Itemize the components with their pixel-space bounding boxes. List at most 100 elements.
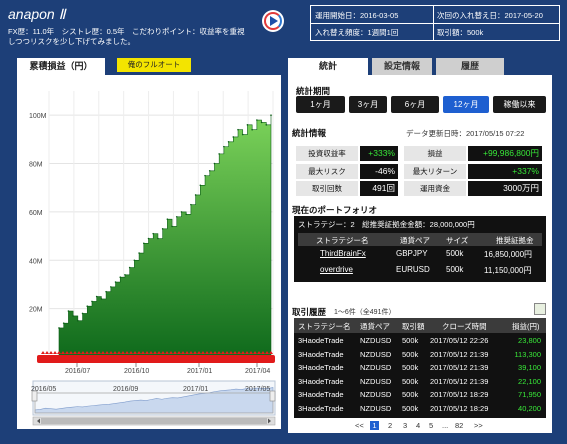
data-updated: データ更新日時：2017/05/15 07:22 bbox=[406, 129, 525, 138]
pl-cell: 40,200 bbox=[518, 404, 541, 413]
data-point bbox=[208, 170, 211, 172]
data-point bbox=[133, 259, 136, 262]
data-point bbox=[110, 286, 112, 288]
stat-label-max-risk: 最大リスク bbox=[296, 164, 358, 179]
margin-cell: 16,850,000円 bbox=[484, 250, 533, 259]
col-pair: 通貨ペア bbox=[360, 322, 390, 331]
x-tick-label: 2016/07 bbox=[65, 368, 90, 375]
data-point bbox=[119, 276, 122, 278]
data-point bbox=[58, 327, 60, 329]
amount-cell: 500k bbox=[402, 376, 419, 386]
data-point bbox=[175, 215, 178, 218]
play-icon[interactable] bbox=[262, 10, 284, 32]
pager-page-4[interactable]: 4 bbox=[416, 421, 420, 430]
pair-cell: NZDUSD bbox=[360, 363, 392, 373]
table-row: 3HaodeTrade NZDUSD 500k 2017/05/12 21:39 113… bbox=[294, 349, 545, 362]
col-close-time: クローズ時間 bbox=[442, 322, 487, 331]
tab-stats[interactable]: 統計 bbox=[288, 58, 368, 75]
data-point bbox=[199, 184, 202, 187]
scrollbar-thumb bbox=[41, 418, 267, 424]
period-3m-button[interactable]: 3ヶ月 bbox=[349, 96, 387, 113]
pager-page-1[interactable]: 1 bbox=[370, 421, 379, 430]
strategy-link[interactable]: overdrive bbox=[320, 265, 353, 274]
data-point bbox=[81, 312, 84, 315]
pl-cell: 23,800 bbox=[518, 336, 541, 345]
stat-label-trades: 取引回数 bbox=[296, 181, 358, 196]
data-point bbox=[218, 153, 220, 155]
pager-page-5[interactable]: 5 bbox=[429, 421, 433, 430]
amount-cell: 500k bbox=[402, 336, 419, 345]
y-tick-label: 40M bbox=[29, 258, 43, 265]
stats-title: 統計情報 bbox=[292, 128, 327, 138]
full-auto-button[interactable]: 俺のフルオート bbox=[117, 58, 191, 72]
close-time-cell: 2017/05/12 21:39 bbox=[430, 376, 489, 386]
data-point bbox=[185, 213, 187, 216]
pl-cell: 22,100 bbox=[518, 376, 541, 386]
col-pair: 通貨ペア bbox=[400, 236, 430, 245]
replacement-frequency: 入れ替え頻度：1週間1回 bbox=[315, 28, 399, 37]
pair-cell: NZDUSD bbox=[360, 376, 392, 386]
data-point bbox=[204, 174, 206, 177]
trade-marker-band bbox=[37, 355, 275, 363]
stat-label-pl: 損益 bbox=[404, 146, 466, 161]
pl-cell: 113,300 bbox=[514, 349, 541, 359]
tab-settings[interactable]: 設定情報 bbox=[372, 58, 432, 75]
table-row: 3HaodeTrade NZDUSD 500k 2017/05/12 21:39 39,… bbox=[294, 362, 545, 375]
pair-cell: NZDUSD bbox=[360, 349, 392, 359]
data-point bbox=[72, 315, 74, 317]
stat-value-max-risk: -46% bbox=[360, 164, 398, 179]
data-point bbox=[100, 298, 103, 300]
y-tick-label: 60M bbox=[29, 210, 43, 217]
table-row: overdrive EURUSD 500k 11,150,000円 bbox=[298, 265, 542, 278]
amount-cell: 500k bbox=[402, 363, 419, 373]
pager-page-2[interactable]: 2 bbox=[388, 421, 392, 430]
period-6m-button[interactable]: 6ヶ月 bbox=[391, 96, 439, 113]
pager-prev[interactable]: << bbox=[355, 421, 364, 430]
portfolio-summary: ストラテジー：2 総推奨証拠金金額：28,000,000円 bbox=[298, 220, 475, 229]
data-point bbox=[161, 228, 164, 230]
tab-cumulative-pl[interactable]: 累積損益（円） bbox=[17, 58, 105, 75]
data-point bbox=[213, 162, 216, 165]
table-row: 3HaodeTrade NZDUSD 500k 2017/05/12 18:29 71,… bbox=[294, 389, 545, 402]
pager-next[interactable]: >> bbox=[474, 421, 483, 430]
cumulative-pl-chart[interactable]: 20M 40M 60M 80M 100M 2016/07 2016/10 2017/01 201… bbox=[17, 75, 281, 429]
history-header-row: ストラテジー名 通貨ペア 取引額 クローズ時間 損益(円) bbox=[294, 318, 546, 333]
pair-cell: GBPJPY bbox=[396, 249, 428, 258]
period-12m-button[interactable]: 12ヶ月 bbox=[443, 96, 489, 113]
pair-cell: EURUSD bbox=[396, 265, 430, 274]
y-tick-label: 100M bbox=[29, 113, 47, 120]
data-point bbox=[105, 290, 107, 293]
navigator-tick-label: 2017/05 bbox=[245, 386, 270, 393]
amount-cell: 500k bbox=[402, 404, 419, 413]
period-1m-button[interactable]: 1ヶ月 bbox=[296, 96, 345, 113]
trade-marker bbox=[45, 351, 49, 354]
table-row: ThirdBrainFx GBPJPY 500k 16,850,000円 bbox=[298, 249, 542, 262]
strategy-link[interactable]: ThirdBrainFx bbox=[320, 249, 366, 258]
close-time-cell: 2017/05/12 21:39 bbox=[430, 363, 489, 373]
stat-label-capital: 運用資金 bbox=[404, 181, 466, 196]
data-point bbox=[124, 273, 126, 276]
data-point bbox=[246, 124, 249, 126]
period-all-button[interactable]: 稼働以来 bbox=[493, 96, 546, 113]
pager-page-3[interactable]: 3 bbox=[403, 421, 407, 430]
tab-history[interactable]: 履歴 bbox=[436, 58, 504, 75]
x-tick-label: 2017/04 bbox=[245, 368, 270, 375]
portfolio-title: 現在のポートフォリオ bbox=[292, 205, 378, 215]
col-amount: 取引額 bbox=[402, 322, 425, 331]
export-icon[interactable] bbox=[534, 303, 546, 315]
y-tick-label: 20M bbox=[29, 307, 43, 314]
data-point bbox=[62, 322, 65, 324]
pager-page-last[interactable]: 82 bbox=[455, 421, 463, 430]
col-strategy: ストラテジー名 bbox=[316, 236, 369, 245]
pair-cell: NZDUSD bbox=[360, 404, 392, 413]
stat-value-capital: 3000万円 bbox=[468, 181, 542, 196]
navigator-right-handle bbox=[269, 390, 276, 402]
portfolio-header-row: ストラテジー名 通貨ペア サイズ 推奨証拠金 bbox=[298, 233, 542, 246]
table-row: 3HaodeTrade NZDUSD 500k 2017/05/12 18:29 40,… bbox=[294, 403, 545, 416]
data-point bbox=[260, 121, 263, 124]
strategy-cell: 3HaodeTrade bbox=[298, 376, 344, 386]
navigator-tick-label: 2016/05 bbox=[31, 386, 56, 393]
data-point bbox=[114, 281, 117, 283]
data-point bbox=[77, 319, 79, 322]
trade-marker bbox=[49, 351, 53, 354]
